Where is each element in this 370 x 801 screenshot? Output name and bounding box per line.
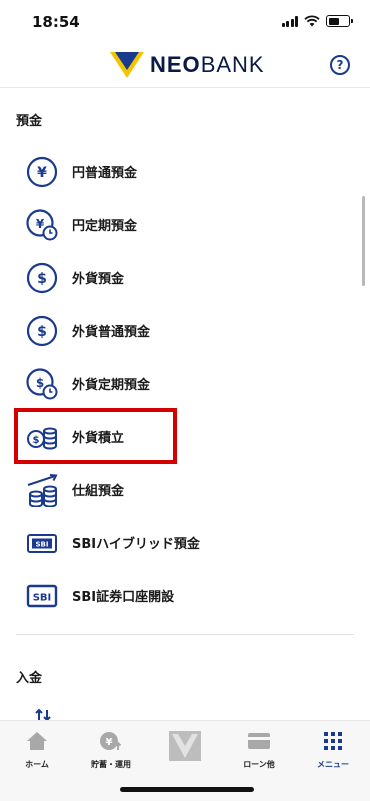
logo-text-bold: NEO	[150, 52, 201, 77]
section-title-deposit-in: 入金	[16, 671, 43, 686]
menu-item-label: SBIハイブリッド預金	[72, 537, 200, 552]
menu-item-label: 円普通預金	[72, 166, 138, 181]
grid-menu-icon	[296, 729, 370, 753]
menu-item-label: 仕組預金	[72, 484, 125, 499]
logo-text-light: BANK	[200, 52, 265, 77]
deposit-menu-list: ¥ 円普通預金 ¥ 円定期預金 $ 外貨預金 $ 外貨普通預金 $ 外貨定期預金…	[0, 145, 370, 622]
menu-item-foreign-deposit[interactable]: $ 外貨預金	[0, 251, 370, 304]
menu-item-yen-time[interactable]: ¥ 円定期預金	[0, 198, 370, 251]
menu-item-label: 外貨預金	[72, 272, 125, 287]
menu-item-label: 円定期預金	[72, 219, 138, 234]
neobank-v-logo-icon	[148, 729, 222, 763]
tab-savings-badge: ¥	[106, 737, 113, 748]
home-icon	[0, 729, 74, 753]
svg-text:$: $	[37, 324, 47, 340]
home-indicator	[120, 787, 254, 792]
sbi-card-icon: SBI	[24, 525, 60, 561]
status-bar: 18:54	[0, 0, 370, 44]
yen-clock-icon: ¥	[24, 207, 60, 243]
tab-label: 貯蓄・運用	[91, 760, 131, 769]
dollar-coin-icon: $	[24, 313, 60, 349]
menu-item-label: 外貨普通預金	[72, 325, 151, 340]
section-title-deposits: 預金	[16, 114, 43, 129]
app-header: NEOBANK ?	[0, 44, 370, 88]
tab-center-logo[interactable]	[148, 729, 222, 763]
yen-coin-icon: ¥	[24, 154, 60, 190]
sbi-badge-text: SBI	[36, 540, 49, 548]
tab-home[interactable]: ホーム	[0, 729, 74, 770]
tab-savings[interactable]: ¥ 貯蓄・運用	[74, 729, 148, 770]
tab-menu[interactable]: メニュー	[296, 729, 370, 770]
menu-item-sbi-securities[interactable]: SBI SBI証券口座開設	[0, 569, 370, 622]
menu-item-label: SBI証券口座開設	[72, 590, 175, 605]
menu-item-label: 外貨定期預金	[72, 378, 151, 393]
menu-item-foreign-time[interactable]: $ 外貨定期預金	[0, 357, 370, 410]
growth-coins-icon	[24, 472, 60, 508]
svg-text:¥: ¥	[37, 165, 47, 181]
tab-label: メニュー	[317, 760, 349, 769]
section-divider	[16, 634, 354, 635]
battery-icon	[326, 15, 353, 27]
dollar-clock-icon: $	[24, 366, 60, 402]
status-icons	[281, 15, 353, 27]
menu-item-structured-deposit[interactable]: 仕組預金	[0, 463, 370, 516]
menu-item-foreign-ordinary[interactable]: $ 外貨普通預金	[0, 304, 370, 357]
neobank-logo: NEOBANK	[110, 52, 265, 78]
tab-loans[interactable]: ローン他	[222, 729, 296, 770]
sbi-badge-icon: SBI	[24, 578, 60, 614]
help-button[interactable]: ?	[330, 55, 350, 75]
tab-label: ホーム	[25, 760, 49, 769]
highlight-box	[14, 408, 177, 464]
scrollbar[interactable]	[362, 196, 365, 286]
svg-text:$: $	[37, 271, 47, 287]
menu-item-sbi-hybrid[interactable]: SBI SBIハイブリッド預金	[0, 516, 370, 569]
cellular-signal-icon	[281, 15, 298, 27]
neobank-v-logo-icon	[110, 52, 144, 78]
yen-growth-icon: ¥	[74, 729, 148, 753]
status-time: 18:54	[32, 13, 80, 31]
transfer-arrows-icon	[35, 708, 51, 720]
tab-label: ローン他	[243, 760, 275, 769]
card-icon	[222, 729, 296, 753]
svg-text:¥: ¥	[36, 217, 45, 231]
wifi-icon	[304, 15, 320, 27]
menu-item-yen-ordinary[interactable]: ¥ 円普通預金	[0, 145, 370, 198]
svg-text:$: $	[36, 376, 44, 390]
dollar-coin-icon: $	[24, 260, 60, 296]
sbi-badge-text: SBI	[33, 592, 52, 603]
